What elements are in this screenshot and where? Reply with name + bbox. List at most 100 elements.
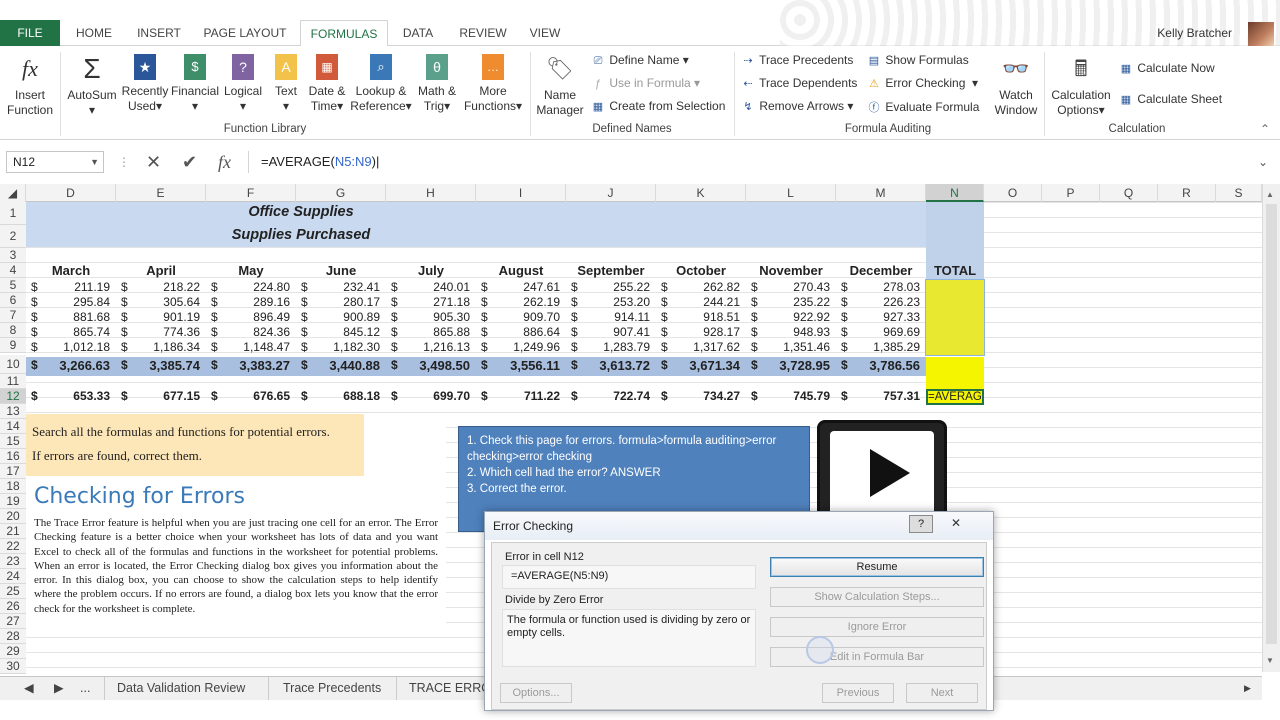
data-cell[interactable]: 1,351.46 bbox=[756, 340, 830, 354]
row-header[interactable]: 29 bbox=[0, 644, 26, 659]
row-header[interactable]: 21 bbox=[0, 524, 26, 539]
col-header-q[interactable]: Q bbox=[1100, 184, 1158, 202]
data-cell[interactable]: 270.43 bbox=[756, 280, 830, 294]
evaluate-formula-button[interactable]: ⓕ Evaluate Formula bbox=[866, 99, 980, 115]
total-cell[interactable]: 3,383.27 bbox=[216, 358, 290, 373]
total-cell[interactable]: 3,498.50 bbox=[396, 358, 470, 373]
row-header[interactable]: 25 bbox=[0, 584, 26, 599]
data-cell[interactable]: 295.84 bbox=[36, 295, 110, 309]
data-cell[interactable]: 774.36 bbox=[126, 325, 200, 339]
data-cell[interactable]: 1,216.13 bbox=[396, 340, 470, 354]
col-header-o[interactable]: O bbox=[984, 184, 1042, 202]
insert-function-button[interactable]: fx Insert Function bbox=[4, 54, 56, 118]
data-cell[interactable]: 928.17 bbox=[666, 325, 740, 339]
col-header-p[interactable]: P bbox=[1042, 184, 1100, 202]
insert-function-icon[interactable]: fx bbox=[218, 151, 231, 173]
lookup-reference-button[interactable]: ⌕ Lookup & Reference▾ bbox=[350, 54, 412, 114]
total-cell[interactable]: 3,556.11 bbox=[486, 358, 560, 373]
show-calculation-steps-button[interactable]: Show Calculation Steps... bbox=[770, 587, 984, 607]
total-cell[interactable]: 3,440.88 bbox=[306, 358, 380, 373]
data-cell[interactable]: 262.19 bbox=[486, 295, 560, 309]
cancel-icon[interactable]: ✕ bbox=[146, 151, 161, 173]
tab-file[interactable]: FILE bbox=[0, 20, 60, 46]
data-cell[interactable]: 900.89 bbox=[306, 310, 380, 324]
col-header-j[interactable]: J bbox=[566, 184, 656, 202]
user-name[interactable]: Kelly Bratcher bbox=[1157, 20, 1232, 46]
tab-home[interactable]: HOME bbox=[64, 20, 124, 46]
options-button[interactable]: Options... bbox=[500, 683, 572, 703]
row-header[interactable]: 23 bbox=[0, 554, 26, 569]
col-header-d[interactable]: D bbox=[26, 184, 116, 202]
col-header-r[interactable]: R bbox=[1158, 184, 1216, 202]
data-cell[interactable]: 262.82 bbox=[666, 280, 740, 294]
calculate-sheet-button[interactable]: ▦ Calculate Sheet bbox=[1118, 92, 1222, 106]
data-cell[interactable]: 909.70 bbox=[486, 310, 560, 324]
row-header[interactable]: 18 bbox=[0, 479, 26, 494]
sheet-tab-trace-precedents[interactable]: Trace Precedents bbox=[268, 677, 395, 700]
row-header[interactable]: 4 bbox=[0, 263, 26, 278]
collapse-ribbon-icon[interactable]: ⌃ bbox=[1260, 122, 1270, 136]
total-cell[interactable]: 3,613.72 bbox=[576, 358, 650, 373]
data-cell[interactable]: 969.69 bbox=[846, 325, 920, 339]
hscroll-right-icon[interactable]: ▶ bbox=[1244, 677, 1251, 700]
formula-input[interactable]: =AVERAGE(N5:N9)| bbox=[248, 151, 1272, 173]
total-cell[interactable]: 3,786.56 bbox=[846, 358, 920, 373]
tab-formulas[interactable]: FORMULAS bbox=[300, 20, 388, 47]
total-cell[interactable]: 3,728.95 bbox=[756, 358, 830, 373]
row-header[interactable]: 13 bbox=[0, 404, 26, 419]
total-cell[interactable]: 3,671.34 bbox=[666, 358, 740, 373]
data-cell[interactable]: 896.49 bbox=[216, 310, 290, 324]
col-header-e[interactable]: E bbox=[116, 184, 206, 202]
data-cell[interactable]: 907.41 bbox=[576, 325, 650, 339]
data-cell[interactable]: 1,283.79 bbox=[576, 340, 650, 354]
total-cell[interactable]: 3,385.74 bbox=[126, 358, 200, 373]
col-header-f[interactable]: F bbox=[206, 184, 296, 202]
row-header[interactable]: 2 bbox=[0, 225, 26, 248]
total-cell[interactable]: 3,266.63 bbox=[36, 358, 110, 373]
col-header-h[interactable]: H bbox=[386, 184, 476, 202]
text-button[interactable]: A Text ▾ bbox=[268, 54, 304, 114]
show-formulas-button[interactable]: ▤ Show Formulas bbox=[866, 53, 969, 67]
name-box[interactable]: N12 ▼ bbox=[6, 151, 104, 173]
row-header[interactable]: 5 bbox=[0, 278, 26, 293]
previous-button[interactable]: Previous bbox=[822, 683, 894, 703]
data-cell[interactable]: 247.61 bbox=[486, 280, 560, 294]
vertical-scrollbar[interactable]: ▲ ▼ bbox=[1262, 184, 1280, 672]
average-cell[interactable]: 722.74 bbox=[576, 389, 650, 403]
row-header[interactable]: 15 bbox=[0, 434, 26, 449]
select-all-corner[interactable]: ◢ bbox=[0, 184, 26, 202]
row-header[interactable]: 14 bbox=[0, 419, 26, 434]
error-checking-button[interactable]: ⚠ Error Checking ▾ bbox=[866, 76, 978, 90]
tab-data[interactable]: DATA bbox=[394, 20, 442, 46]
data-cell[interactable]: 1,317.62 bbox=[666, 340, 740, 354]
row-header[interactable]: 11 bbox=[0, 374, 26, 389]
row-header[interactable]: 27 bbox=[0, 614, 26, 629]
data-cell[interactable]: 224.80 bbox=[216, 280, 290, 294]
row-header[interactable]: 8 bbox=[0, 323, 26, 338]
col-header-k[interactable]: K bbox=[656, 184, 746, 202]
tab-scroll-left-icon[interactable]: ◀ bbox=[24, 677, 34, 700]
data-cell[interactable]: 922.92 bbox=[756, 310, 830, 324]
tab-scroll-right-icon[interactable]: ▶ bbox=[54, 677, 64, 700]
more-functions-button[interactable]: … More Functions▾ bbox=[462, 54, 524, 114]
expand-formula-bar-icon[interactable]: ⌄ bbox=[1258, 151, 1268, 173]
data-cell[interactable]: 918.51 bbox=[666, 310, 740, 324]
cell-n12-editing[interactable]: =AVERAG bbox=[926, 389, 984, 405]
scroll-thumb[interactable] bbox=[1266, 204, 1277, 644]
row-header[interactable]: 6 bbox=[0, 293, 26, 308]
average-cell[interactable]: 699.70 bbox=[396, 389, 470, 403]
data-cell[interactable]: 218.22 bbox=[126, 280, 200, 294]
row-header[interactable]: 9 bbox=[0, 338, 26, 353]
tab-review[interactable]: REVIEW bbox=[454, 20, 512, 46]
recently-used-button[interactable]: ★ Recently Used▾ bbox=[120, 54, 170, 114]
total-selection[interactable] bbox=[925, 279, 985, 356]
data-cell[interactable]: 886.64 bbox=[486, 325, 560, 339]
tab-ellipsis[interactable]: ... bbox=[80, 677, 90, 700]
data-cell[interactable]: 1,148.47 bbox=[216, 340, 290, 354]
avatar[interactable] bbox=[1248, 22, 1274, 46]
data-cell[interactable]: 253.20 bbox=[576, 295, 650, 309]
row-header[interactable]: 12 bbox=[0, 389, 26, 404]
average-cell[interactable]: 745.79 bbox=[756, 389, 830, 403]
row-header[interactable]: 22 bbox=[0, 539, 26, 554]
row-header[interactable]: 7 bbox=[0, 308, 26, 323]
